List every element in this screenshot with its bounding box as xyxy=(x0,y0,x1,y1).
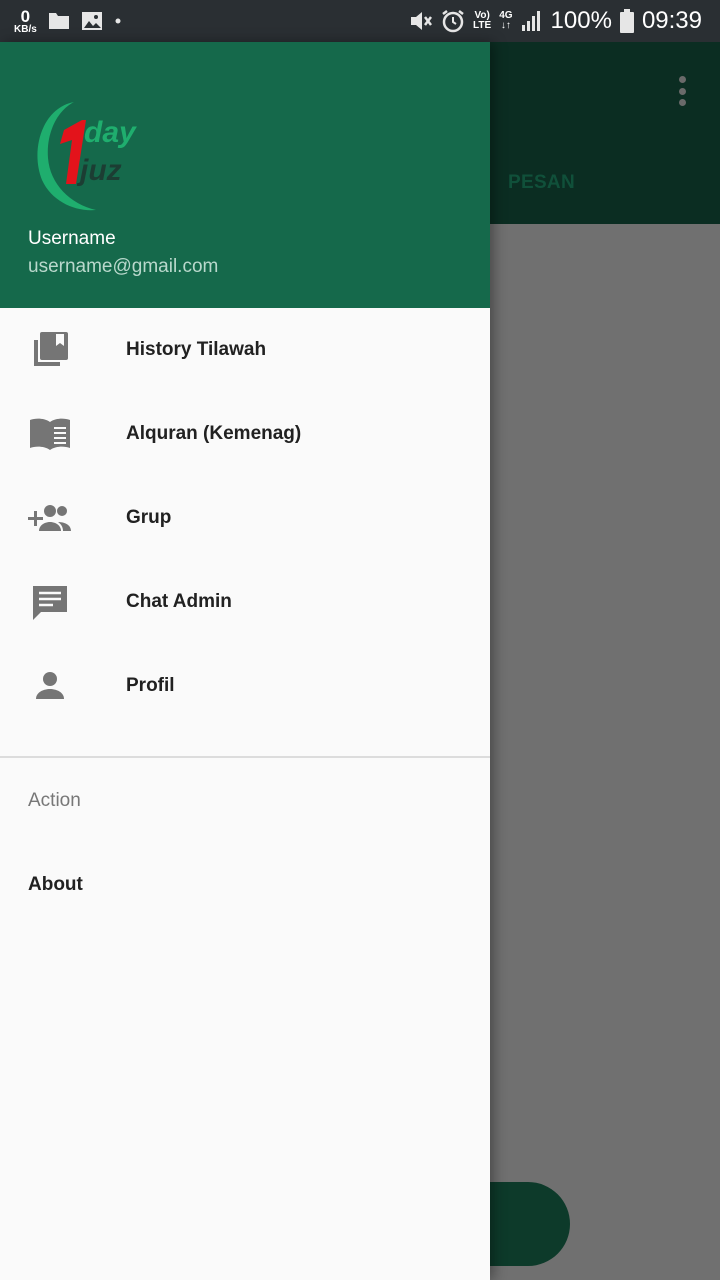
menu-divider xyxy=(0,756,490,758)
menu-item-about[interactable]: About xyxy=(0,842,490,926)
drawer-header: day juz Username username@gmail.com xyxy=(0,42,490,308)
chat-icon xyxy=(28,580,72,624)
dot-icon xyxy=(115,18,121,24)
menu-label: Grup xyxy=(126,507,172,528)
section-title-action: Action xyxy=(28,790,81,811)
history-book-icon xyxy=(28,328,72,372)
battery-icon xyxy=(619,9,634,33)
network-type: 4G ↓↑ xyxy=(499,11,512,31)
mute-icon xyxy=(411,12,433,30)
image-icon xyxy=(81,12,102,30)
menu-item-chat-admin[interactable]: Chat Admin xyxy=(0,560,490,644)
net-speed-value: 0 xyxy=(20,6,31,26)
volte-bottom: LTE xyxy=(473,20,492,31)
menu-label: Profil xyxy=(126,675,175,696)
battery-percent: 100% xyxy=(550,7,612,34)
clock: 09:39 xyxy=(641,7,702,34)
network-type-bottom: ↓↑ xyxy=(500,20,511,31)
logo-text-day: day xyxy=(84,116,137,149)
status-left: 0 KB/s xyxy=(14,4,123,38)
menu-item-grup[interactable]: Grup xyxy=(0,476,490,560)
drawer-email: username@gmail.com xyxy=(28,256,219,277)
drawer-menu: History Tilawah Alquran (Kemenag) Grup C… xyxy=(0,308,490,728)
group-add-icon xyxy=(28,496,72,540)
net-speed: 0 KB/s xyxy=(14,8,37,35)
tab-pesan[interactable]: PESAN xyxy=(508,172,575,194)
volte-indicator: Vo) LTE xyxy=(473,11,491,31)
logo-text-juz: juz xyxy=(76,154,122,187)
menu-item-alquran[interactable]: Alquran (Kemenag) xyxy=(0,392,490,476)
more-options-icon[interactable] xyxy=(678,76,686,106)
menu-label: Chat Admin xyxy=(126,591,232,612)
person-icon xyxy=(28,664,72,708)
menu-label: History Tilawah xyxy=(126,339,267,360)
status-bar: 0 KB/s Vo) LTE 4G ↓↑ 100% 09:39 xyxy=(0,0,720,42)
drawer-username: Username xyxy=(28,228,116,249)
status-right: Vo) LTE 4G ↓↑ 100% 09:39 xyxy=(409,4,702,38)
navigation-drawer: day juz Username username@gmail.com Hist… xyxy=(0,42,490,1280)
open-book-icon xyxy=(28,412,72,456)
menu-item-history-tilawah[interactable]: History Tilawah xyxy=(0,308,490,392)
alarm-icon xyxy=(442,10,464,33)
menu-item-profil[interactable]: Profil xyxy=(0,644,490,728)
app-logo: day juz xyxy=(37,102,137,211)
net-speed-unit: KB/s xyxy=(14,23,37,35)
menu-label: About xyxy=(28,874,83,895)
menu-label: Alquran (Kemenag) xyxy=(126,423,302,444)
folder-icon xyxy=(48,13,69,29)
signal-icon xyxy=(521,11,540,31)
